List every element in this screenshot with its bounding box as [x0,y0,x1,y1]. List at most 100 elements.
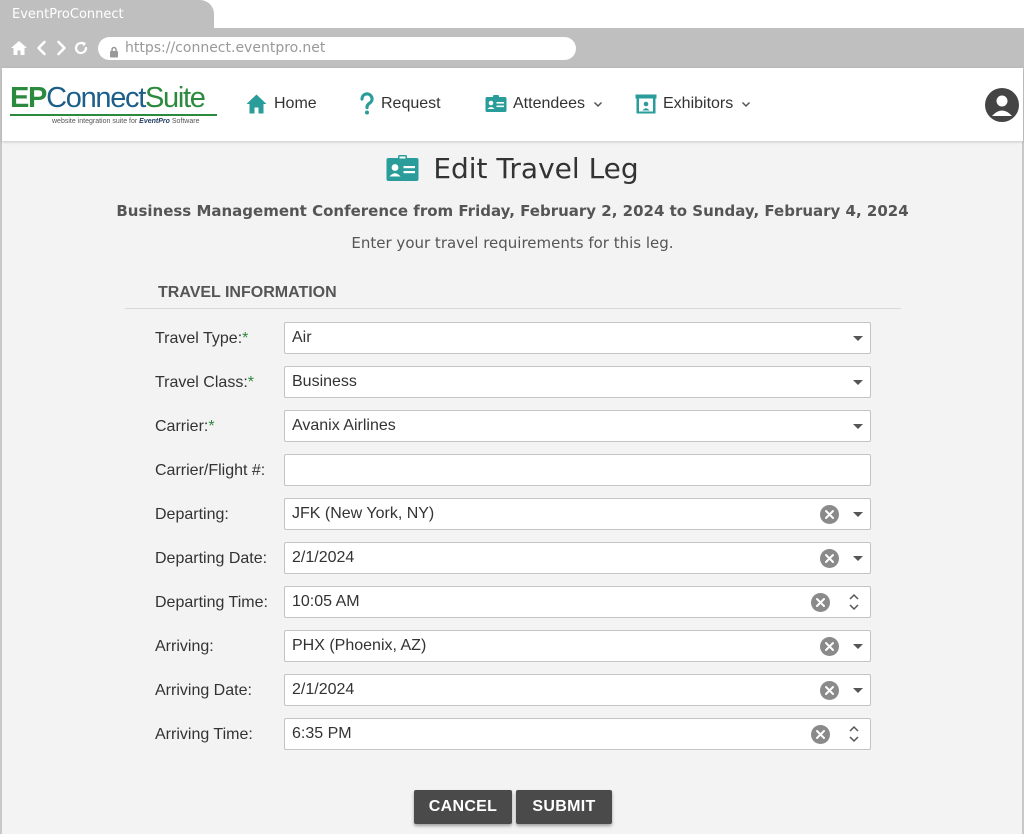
nav-home-label: Home [274,95,317,112]
departing-date-picker[interactable]: 2/1/2024 [284,542,871,574]
arriving-time-label: Arriving Time: [155,726,253,743]
epconnect-suite-logo[interactable]: EPConnectSuite website integration suite… [10,82,220,132]
section-title: TRAVEL INFORMATION [158,284,337,301]
dropdown-caret-icon[interactable] [853,688,863,693]
carrier-flight-input[interactable] [284,454,871,486]
logo-underline [10,114,217,116]
arriving-time-row: Arriving Time: 6:35 PM [155,718,871,750]
submit-button[interactable]: SUBMIT [516,790,612,824]
departing-date-value: 2/1/2024 [292,549,355,566]
id-badge-icon [386,155,419,182]
browser-tab[interactable]: EventProConnect [0,0,214,28]
logo-ep: EP [10,82,47,114]
forward-arrow-icon[interactable] [52,39,70,57]
travel-type-value: Air [292,329,312,346]
nav-attendees-label: Attendees [513,95,586,112]
logo-brand-suffix: Software [171,118,200,125]
chevron-down-icon [741,101,751,108]
departing-combobox[interactable]: JFK (New York, NY) [284,498,871,530]
departing-label: Departing: [155,506,229,523]
nav-attendees[interactable]: Attendees [485,90,603,118]
home-icon[interactable] [10,39,28,57]
departing-time-spinner[interactable]: 10:05 AM [284,586,871,618]
arriving-time-spinner[interactable]: 6:35 PM [284,718,871,750]
arriving-label: Arriving: [155,638,214,655]
question-mark-icon [359,92,375,116]
page-title: Edit Travel Leg [433,152,639,185]
id-badge-icon [485,95,507,113]
logo-tagline-text: website integration suite for [52,118,138,125]
back-arrow-icon[interactable] [33,39,51,57]
carrier-label: Carrier:* [155,418,215,435]
nav-exhibitors-label: Exhibitors [663,95,734,112]
chevron-down-icon [593,101,603,108]
logo-connect: Connect [46,82,146,114]
section-divider [125,308,901,309]
nav-request-label: Request [381,95,441,112]
dropdown-caret-icon[interactable] [853,424,863,429]
nav-home[interactable]: Home [245,90,317,118]
nav-request[interactable]: Request [359,90,441,118]
departing-time-row: Departing Time: 10:05 AM [155,586,871,618]
travel-type-label: Travel Type:* [155,330,249,347]
arriving-date-value: 2/1/2024 [292,681,355,698]
clear-x-icon[interactable] [820,637,839,656]
arriving-value: PHX (Phoenix, AZ) [292,637,427,654]
instructions-text: Enter your travel requirements for this … [351,234,674,252]
dropdown-caret-icon[interactable] [853,380,863,385]
carrier-flight-row: Carrier/Flight #: [155,454,871,486]
app-header: EPConnectSuite website integration suite… [2,68,1023,141]
travel-class-value: Business [292,373,357,390]
travel-class-label: Travel Class:* [155,374,254,391]
carrier-select[interactable]: Avanix Airlines [284,410,871,442]
form-actions: CANCEL SUBMIT [414,790,612,824]
dropdown-caret-icon[interactable] [853,644,863,649]
arriving-date-picker[interactable]: 2/1/2024 [284,674,871,706]
page-content: EPConnectSuite website integration suite… [1,68,1023,834]
clear-x-icon[interactable] [811,593,830,612]
browser-toolbar: https://connect.eventpro.net [0,28,1024,68]
departing-date-label: Departing Date: [155,550,268,567]
travel-class-select[interactable]: Business [284,366,871,398]
departing-time-value: 10:05 AM [292,593,360,610]
arriving-combobox[interactable]: PHX (Phoenix, AZ) [284,630,871,662]
address-bar[interactable]: https://connect.eventpro.net [98,37,576,60]
spinner-icon[interactable] [848,723,860,745]
user-avatar-icon[interactable] [985,88,1019,122]
departing-row: Departing: JFK (New York, NY) [155,498,871,530]
arriving-row: Arriving: PHX (Phoenix, AZ) [155,630,871,662]
clear-x-icon[interactable] [820,681,839,700]
arriving-date-label: Arriving Date: [155,682,252,699]
cancel-button[interactable]: CANCEL [414,790,512,824]
clear-x-icon[interactable] [811,725,830,744]
event-description: Business Management Conference from Frid… [116,202,909,220]
departing-value: JFK (New York, NY) [292,505,435,522]
nav-exhibitors[interactable]: Exhibitors [635,90,751,118]
browser-tab-bar: EventProConnect [0,0,1024,28]
clear-x-icon[interactable] [820,505,839,524]
home-icon [245,93,268,115]
logo-brand: EventPro [139,118,170,125]
dropdown-caret-icon[interactable] [853,336,863,341]
dropdown-caret-icon[interactable] [853,556,863,561]
carrier-flight-label: Carrier/Flight #: [155,462,266,479]
lock-icon [109,43,119,66]
page-title-row: Edit Travel Leg [2,152,1023,187]
clear-x-icon[interactable] [820,549,839,568]
dropdown-caret-icon[interactable] [853,512,863,517]
url-text: https://connect.eventpro.net [125,40,326,56]
booth-icon [635,94,657,114]
travel-class-row: Travel Class:* Business [155,366,871,398]
departing-date-row: Departing Date: 2/1/2024 [155,542,871,574]
reload-icon[interactable] [72,39,90,57]
spinner-icon[interactable] [848,591,860,613]
travel-type-select[interactable]: Air [284,322,871,354]
carrier-value: Avanix Airlines [292,417,396,434]
arriving-date-row: Arriving Date: 2/1/2024 [155,674,871,706]
carrier-row: Carrier:* Avanix Airlines [155,410,871,442]
travel-type-row: Travel Type:* Air [155,322,871,354]
arriving-time-value: 6:35 PM [292,725,352,742]
logo-suite: Suite [145,82,206,114]
departing-time-label: Departing Time: [155,594,268,611]
logo-tagline: website integration suite for EventPro S… [52,118,199,125]
